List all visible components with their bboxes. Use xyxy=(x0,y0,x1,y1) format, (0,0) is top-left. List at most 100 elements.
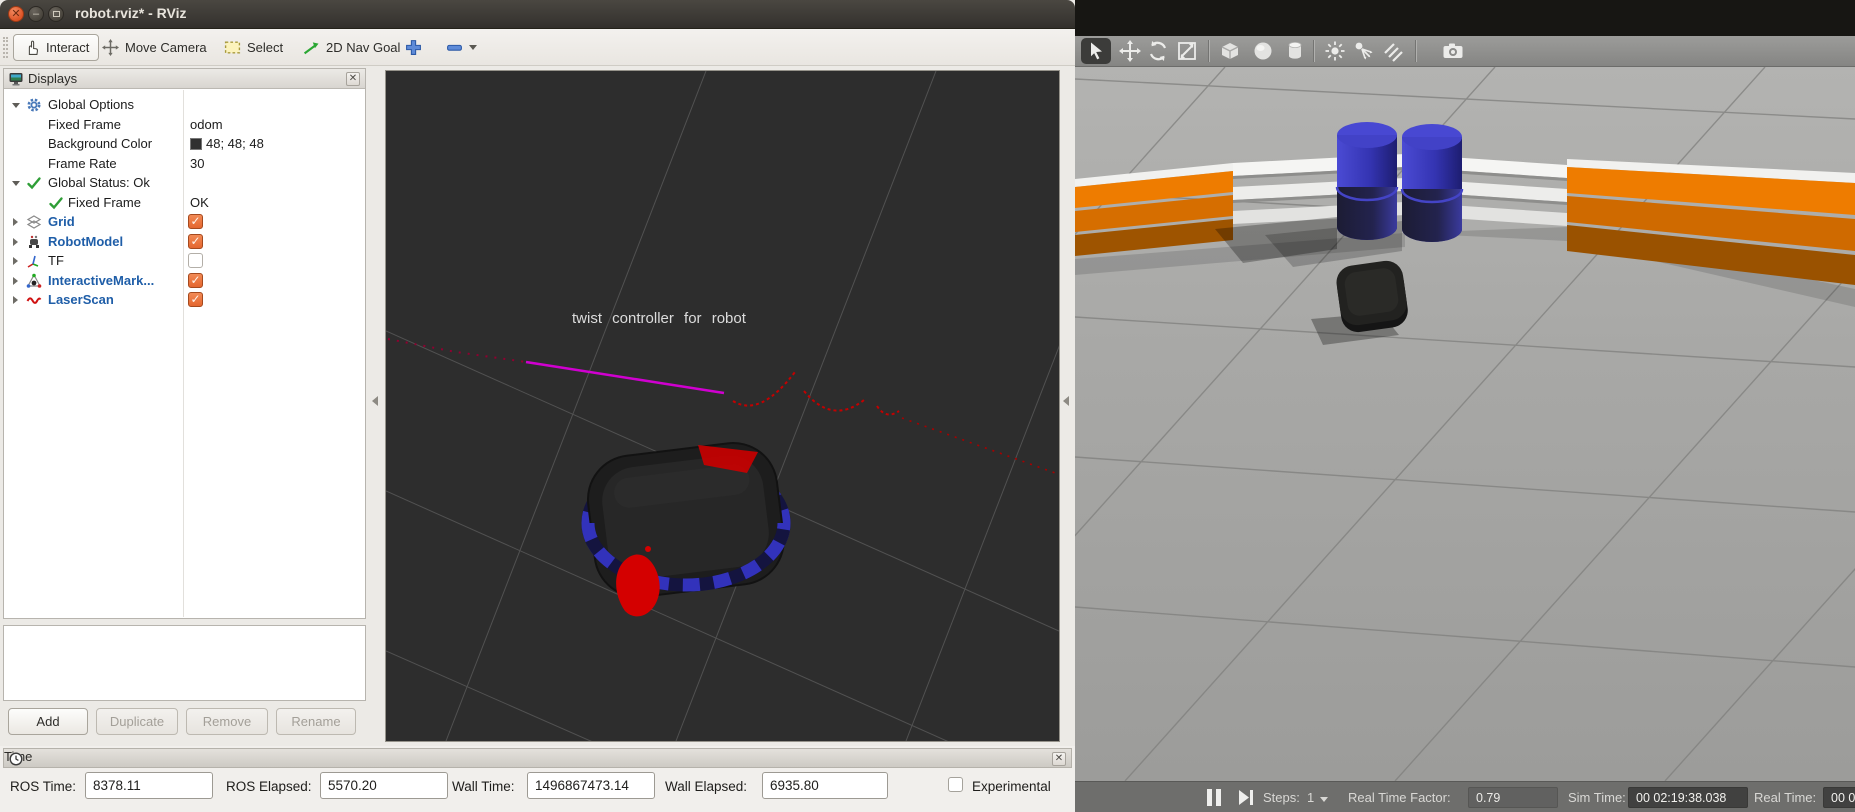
pause-button-bar[interactable] xyxy=(1216,789,1221,806)
spot-light-button[interactable] xyxy=(1349,38,1379,64)
experimental-label: Experimental xyxy=(972,779,1051,794)
insert-box-button[interactable] xyxy=(1215,38,1245,64)
displays-panel: Displays ✕ Global Options Fixed Frame xyxy=(3,68,366,619)
pause-button[interactable] xyxy=(1207,789,1212,806)
tree-row-interactive-markers-display[interactable]: InteractiveMark... ✓ xyxy=(4,271,365,291)
display-checkbox[interactable]: ✓ xyxy=(188,214,203,229)
tree-row-background-color[interactable]: Background Color 48; 48; 48 xyxy=(4,134,365,154)
add-tool-button[interactable] xyxy=(396,34,431,61)
tree-row-laserscan-display[interactable]: LaserScan ✓ xyxy=(4,290,365,310)
toolbar-separator xyxy=(1313,40,1315,62)
select-mode-button[interactable] xyxy=(1081,38,1111,64)
nav-goal-tool-button[interactable]: 2D Nav Goal xyxy=(294,34,409,61)
spot-light-icon xyxy=(1353,40,1375,62)
ros-time-label: ROS Time: xyxy=(10,779,76,794)
ros-elapsed-field[interactable]: 5570.20 xyxy=(320,772,448,799)
directional-light-icon xyxy=(1381,39,1405,63)
toolbar-grip[interactable] xyxy=(3,37,8,58)
tree-row-status-fixed-frame[interactable]: Fixed Frame OK xyxy=(4,193,365,213)
maximize-icon xyxy=(53,11,60,17)
move-camera-tool-button[interactable]: Move Camera xyxy=(93,34,216,61)
interact-tool-button[interactable]: Interact xyxy=(13,34,99,61)
point-light-button[interactable] xyxy=(1320,38,1350,64)
gazebo-3d-viewport[interactable] xyxy=(1075,67,1855,781)
insert-sphere-button[interactable] xyxy=(1248,38,1278,64)
rotate-mode-button[interactable] xyxy=(1143,38,1173,64)
tree-row-frame-rate[interactable]: Frame Rate 30 xyxy=(4,154,365,174)
expander-closed-icon[interactable] xyxy=(13,277,18,285)
steps-spinner-caret-icon[interactable] xyxy=(1320,797,1328,802)
translate-mode-button[interactable] xyxy=(1115,38,1145,64)
rviz-titlebar[interactable]: ✕ – robot.rviz* - RViz xyxy=(0,0,1075,29)
ros-time-field[interactable]: 8378.11 xyxy=(85,772,213,799)
tree-row-grid-display[interactable]: Grid ✓ xyxy=(4,212,365,232)
expander-closed-icon[interactable] xyxy=(13,238,18,246)
camera-icon xyxy=(1441,39,1465,63)
add-display-button[interactable]: Add xyxy=(8,708,88,735)
directional-light-button[interactable] xyxy=(1378,38,1408,64)
rviz-toolbar: Interact Move Camera Select xyxy=(0,29,1075,66)
sim-time-value: 00 02:19:38.038 xyxy=(1628,787,1748,808)
expander-closed-icon[interactable] xyxy=(13,218,18,226)
experimental-checkbox[interactable] xyxy=(948,777,963,792)
laserscan-icon xyxy=(26,292,42,308)
scale-mode-button[interactable] xyxy=(1172,38,1202,64)
row-value[interactable]: 48; 48; 48 xyxy=(190,136,264,151)
rviz-3d-viewport[interactable]: twist controller for robot xyxy=(385,70,1060,742)
robot-model[interactable] xyxy=(583,438,789,602)
point-light-icon xyxy=(1324,40,1346,62)
row-value[interactable]: odom xyxy=(190,117,223,132)
splitter-collapse-right-icon[interactable] xyxy=(1063,396,1069,406)
display-checkbox[interactable]: ✓ xyxy=(188,273,203,288)
time-close-button[interactable]: ✕ xyxy=(1052,752,1066,766)
clock-icon xyxy=(9,752,23,766)
expander-closed-icon[interactable] xyxy=(13,296,18,304)
expander-closed-icon[interactable] xyxy=(13,257,18,265)
insert-cylinder-button[interactable] xyxy=(1280,38,1310,64)
tree-row-fixed-frame[interactable]: Fixed Frame odom xyxy=(4,115,365,135)
step-button[interactable] xyxy=(1238,789,1254,806)
displays-panel-header[interactable]: Displays ✕ xyxy=(4,69,365,89)
minimize-button[interactable]: – xyxy=(28,6,44,22)
blue-cylinder-2[interactable] xyxy=(1402,124,1462,242)
display-checkbox[interactable]: ✓ xyxy=(188,292,203,307)
remove-tool-button[interactable] xyxy=(437,34,486,61)
tree-row-tf-display[interactable]: TF ✓ xyxy=(4,251,365,271)
screenshot-button[interactable] xyxy=(1438,38,1468,64)
toolbar-separator xyxy=(1208,40,1210,62)
gazebo-statusbar: Steps: 1 Real Time Factor: 0.79 Sim Time… xyxy=(1075,781,1855,812)
splitter-collapse-left-icon[interactable] xyxy=(372,396,378,406)
maximize-button[interactable] xyxy=(48,6,64,22)
display-checkbox[interactable]: ✓ xyxy=(188,234,203,249)
gazebo-robot[interactable] xyxy=(1334,259,1410,335)
expander-open-icon[interactable] xyxy=(12,181,20,186)
wall-elapsed-field[interactable]: 6935.80 xyxy=(762,772,888,799)
time-panel-header[interactable]: Time ✕ xyxy=(3,748,1072,768)
steps-value[interactable]: 1 xyxy=(1307,790,1314,805)
row-label: InteractiveMark... xyxy=(48,273,154,288)
check-mark-icon: ✓ xyxy=(189,215,202,228)
wall-time-label: Wall Time: xyxy=(452,779,515,794)
row-label: Global Options xyxy=(48,97,134,112)
barrier-left-orange[interactable] xyxy=(1075,163,1233,256)
gazebo-titlebar[interactable] xyxy=(1075,0,1855,36)
blue-cylinder-1[interactable] xyxy=(1337,122,1397,240)
tree-row-global-options[interactable]: Global Options xyxy=(4,95,365,115)
sphere-icon xyxy=(1251,39,1275,63)
expander-open-icon[interactable] xyxy=(12,103,20,108)
rename-display-button[interactable]: Rename xyxy=(276,708,356,735)
displays-close-button[interactable]: ✕ xyxy=(346,72,360,86)
display-checkbox[interactable]: ✓ xyxy=(188,253,203,268)
row-value[interactable]: 30 xyxy=(190,156,204,171)
tree-row-robotmodel-display[interactable]: RobotModel ✓ xyxy=(4,232,365,252)
remove-display-button[interactable]: Remove xyxy=(186,708,268,735)
ros-elapsed-label: ROS Elapsed: xyxy=(226,779,312,794)
tree-row-global-status[interactable]: Global Status: Ok xyxy=(4,173,365,193)
real-time-value: 00 0 xyxy=(1823,787,1855,808)
wall-time-field[interactable]: 1496867473.14 xyxy=(527,772,655,799)
select-tool-button[interactable]: Select xyxy=(215,34,292,61)
duplicate-display-button[interactable]: Duplicate xyxy=(96,708,178,735)
gazebo-3d-scene xyxy=(1075,67,1855,781)
close-button[interactable]: ✕ xyxy=(8,6,24,22)
screen: ✕ – robot.rviz* - RViz Interact Move Cam… xyxy=(0,0,1855,812)
